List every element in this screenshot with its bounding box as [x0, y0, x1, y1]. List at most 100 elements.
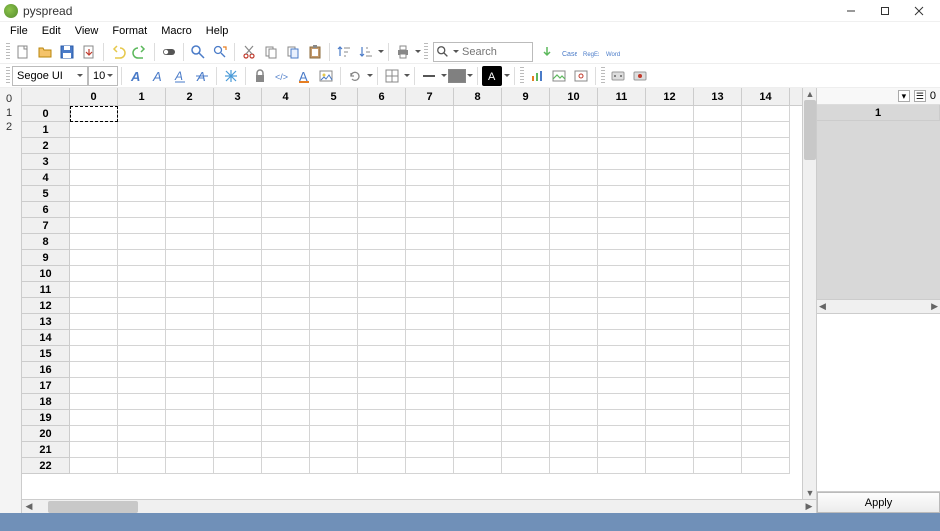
cell[interactable]	[262, 250, 310, 266]
grid-cells[interactable]	[70, 106, 802, 499]
vertical-scroll-thumb[interactable]	[804, 100, 816, 160]
cell[interactable]	[550, 106, 598, 122]
cell[interactable]	[310, 106, 358, 122]
cell[interactable]	[406, 442, 454, 458]
sort-dropdown[interactable]	[377, 42, 385, 62]
cell[interactable]	[70, 282, 118, 298]
cell[interactable]	[70, 170, 118, 186]
cell[interactable]	[550, 378, 598, 394]
cell[interactable]	[358, 362, 406, 378]
cell[interactable]	[70, 410, 118, 426]
cell[interactable]	[406, 362, 454, 378]
grid-corner[interactable]	[22, 88, 70, 106]
cell[interactable]	[262, 138, 310, 154]
text-color-dropdown[interactable]	[503, 66, 511, 86]
cell[interactable]	[742, 218, 790, 234]
column-header[interactable]: 4	[262, 88, 310, 105]
cell[interactable]	[358, 250, 406, 266]
cell[interactable]	[262, 122, 310, 138]
cell[interactable]	[454, 362, 502, 378]
cell[interactable]	[118, 202, 166, 218]
cell[interactable]	[646, 138, 694, 154]
cell[interactable]	[694, 378, 742, 394]
cell[interactable]	[454, 410, 502, 426]
font-family-combo[interactable]: Segoe UI	[12, 66, 88, 86]
cell[interactable]	[742, 426, 790, 442]
cell[interactable]	[310, 138, 358, 154]
cell[interactable]	[118, 122, 166, 138]
sheet-tab[interactable]: 2	[0, 120, 21, 134]
cell[interactable]	[214, 298, 262, 314]
cell[interactable]	[118, 282, 166, 298]
sheet-tab[interactable]: 0	[0, 92, 21, 106]
insert-image-icon[interactable]	[549, 66, 569, 86]
scroll-right-icon[interactable]: ▶	[931, 301, 938, 312]
cell[interactable]	[454, 330, 502, 346]
column-header[interactable]: 8	[454, 88, 502, 105]
cell[interactable]	[550, 186, 598, 202]
cell[interactable]	[166, 362, 214, 378]
cell[interactable]	[118, 378, 166, 394]
column-header[interactable]: 5	[310, 88, 358, 105]
row-header[interactable]: 14	[22, 330, 70, 346]
cell[interactable]	[454, 106, 502, 122]
copy-icon[interactable]	[261, 42, 281, 62]
paste-icon[interactable]	[305, 42, 325, 62]
cell[interactable]	[646, 250, 694, 266]
cell[interactable]	[214, 394, 262, 410]
cell[interactable]	[358, 330, 406, 346]
cell[interactable]	[454, 218, 502, 234]
cell[interactable]	[694, 426, 742, 442]
column-header[interactable]: 0	[70, 88, 118, 105]
cell[interactable]	[406, 170, 454, 186]
macro-record-icon[interactable]	[630, 66, 650, 86]
cell[interactable]	[214, 314, 262, 330]
cell[interactable]	[742, 266, 790, 282]
row-header[interactable]: 12	[22, 298, 70, 314]
row-header[interactable]: 3	[22, 154, 70, 170]
cell[interactable]	[502, 218, 550, 234]
cell[interactable]	[358, 122, 406, 138]
undo-icon[interactable]	[108, 42, 128, 62]
cell[interactable]	[358, 458, 406, 474]
cell[interactable]	[406, 298, 454, 314]
scroll-up-icon[interactable]: ▲	[803, 88, 816, 100]
print-icon[interactable]	[393, 42, 413, 62]
cell[interactable]	[742, 282, 790, 298]
cell[interactable]	[406, 106, 454, 122]
cell[interactable]	[646, 426, 694, 442]
cell[interactable]	[166, 410, 214, 426]
print-dropdown[interactable]	[414, 42, 422, 62]
cell[interactable]	[214, 362, 262, 378]
cell[interactable]	[742, 186, 790, 202]
row-header[interactable]: 22	[22, 458, 70, 474]
cell[interactable]	[502, 186, 550, 202]
search-input[interactable]	[460, 44, 532, 60]
cell[interactable]	[694, 266, 742, 282]
cell[interactable]	[118, 250, 166, 266]
cell[interactable]	[694, 138, 742, 154]
redo-icon[interactable]	[130, 42, 150, 62]
cell[interactable]	[358, 378, 406, 394]
menu-macro[interactable]: Macro	[155, 24, 198, 38]
strikethrough-icon[interactable]: A	[192, 66, 212, 86]
cell[interactable]	[358, 394, 406, 410]
cell[interactable]	[454, 202, 502, 218]
save-icon[interactable]	[57, 42, 77, 62]
cell[interactable]	[550, 362, 598, 378]
cell[interactable]	[166, 138, 214, 154]
cell[interactable]	[214, 234, 262, 250]
cell[interactable]	[70, 362, 118, 378]
cell[interactable]	[358, 234, 406, 250]
find-icon[interactable]	[188, 42, 208, 62]
line-color-swatch[interactable]	[448, 69, 466, 83]
cell[interactable]	[502, 314, 550, 330]
right-panel-tab[interactable]: 1	[817, 105, 940, 120]
cell[interactable]	[646, 122, 694, 138]
cell[interactable]	[454, 266, 502, 282]
cell[interactable]	[166, 330, 214, 346]
cell[interactable]	[646, 442, 694, 458]
cell[interactable]	[550, 154, 598, 170]
cell[interactable]	[406, 154, 454, 170]
cell[interactable]	[70, 218, 118, 234]
